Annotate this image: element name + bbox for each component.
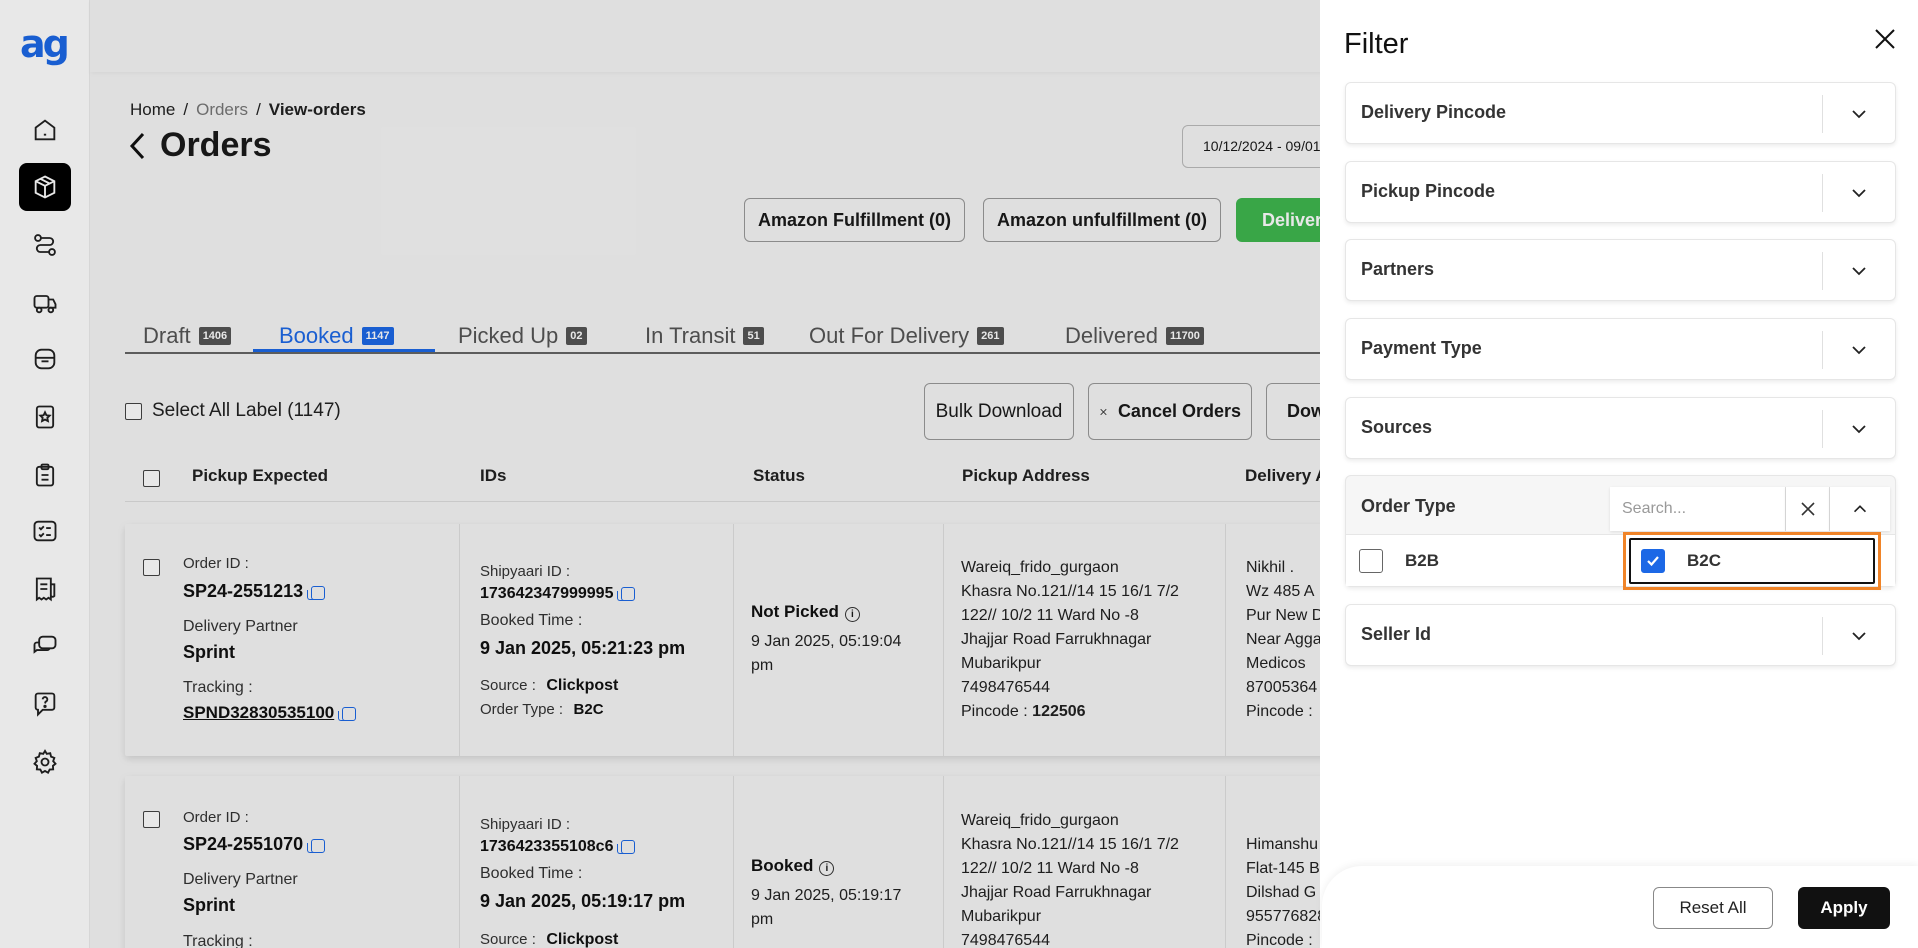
divider [1822, 410, 1823, 448]
filter-section-label: Partners [1361, 259, 1435, 279]
divider [1822, 617, 1823, 655]
filter-section-sources[interactable]: Sources [1345, 397, 1896, 459]
checkbox-checked[interactable] [1641, 549, 1665, 573]
divider [1822, 95, 1823, 133]
filter-section-seller-id[interactable]: Seller Id [1345, 604, 1896, 666]
collapse-section-button[interactable] [1830, 487, 1890, 531]
divider [1822, 331, 1823, 369]
filter-section-delivery-pincode[interactable]: Delivery Pincode [1345, 82, 1896, 144]
chevron-down-icon[interactable] [1848, 418, 1870, 440]
option-label: B2B [1405, 551, 1440, 570]
checkmark-icon [1647, 556, 1659, 567]
option-b2c-box[interactable]: B2C [1629, 538, 1875, 584]
option-b2c[interactable]: B2C [1623, 532, 1881, 590]
chevron-down-icon[interactable] [1848, 625, 1870, 647]
close-icon[interactable] [1872, 26, 1898, 52]
filter-section-label: Order Type [1361, 496, 1456, 516]
filter-title: Filter [1344, 28, 1409, 60]
filter-section-label: Pickup Pincode [1361, 181, 1496, 201]
chevron-up-icon [1853, 505, 1867, 513]
chevron-down-icon[interactable] [1848, 103, 1870, 125]
filter-section-partners[interactable]: Partners [1345, 239, 1896, 301]
option-b2b[interactable]: B2B [1359, 535, 1439, 587]
filter-section-label: Delivery Pincode [1361, 102, 1507, 122]
apply-button[interactable]: Apply [1798, 887, 1890, 929]
filter-section-payment-type[interactable]: Payment Type [1345, 318, 1896, 380]
filter-section-label: Sources [1361, 417, 1433, 437]
chevron-down-icon[interactable] [1848, 260, 1870, 282]
divider [1822, 174, 1823, 212]
filter-section-pickup-pincode[interactable]: Pickup Pincode [1345, 161, 1896, 223]
divider [1822, 252, 1823, 290]
chevron-down-icon[interactable] [1848, 182, 1870, 204]
reset-all-button[interactable]: Reset All [1653, 887, 1773, 929]
modal-backdrop[interactable] [0, 0, 1320, 948]
filter-section-label: Seller Id [1361, 624, 1432, 644]
checkbox[interactable] [1359, 549, 1383, 573]
close-icon [1800, 502, 1815, 516]
filter-panel: Filter Delivery Pincode Pickup Pincode P… [1320, 0, 1918, 948]
order-type-search-input[interactable] [1610, 487, 1786, 531]
filter-section-label: Payment Type [1361, 338, 1482, 358]
option-label: B2C [1687, 551, 1722, 570]
clear-search-button[interactable] [1786, 487, 1830, 531]
chevron-down-icon[interactable] [1848, 339, 1870, 361]
